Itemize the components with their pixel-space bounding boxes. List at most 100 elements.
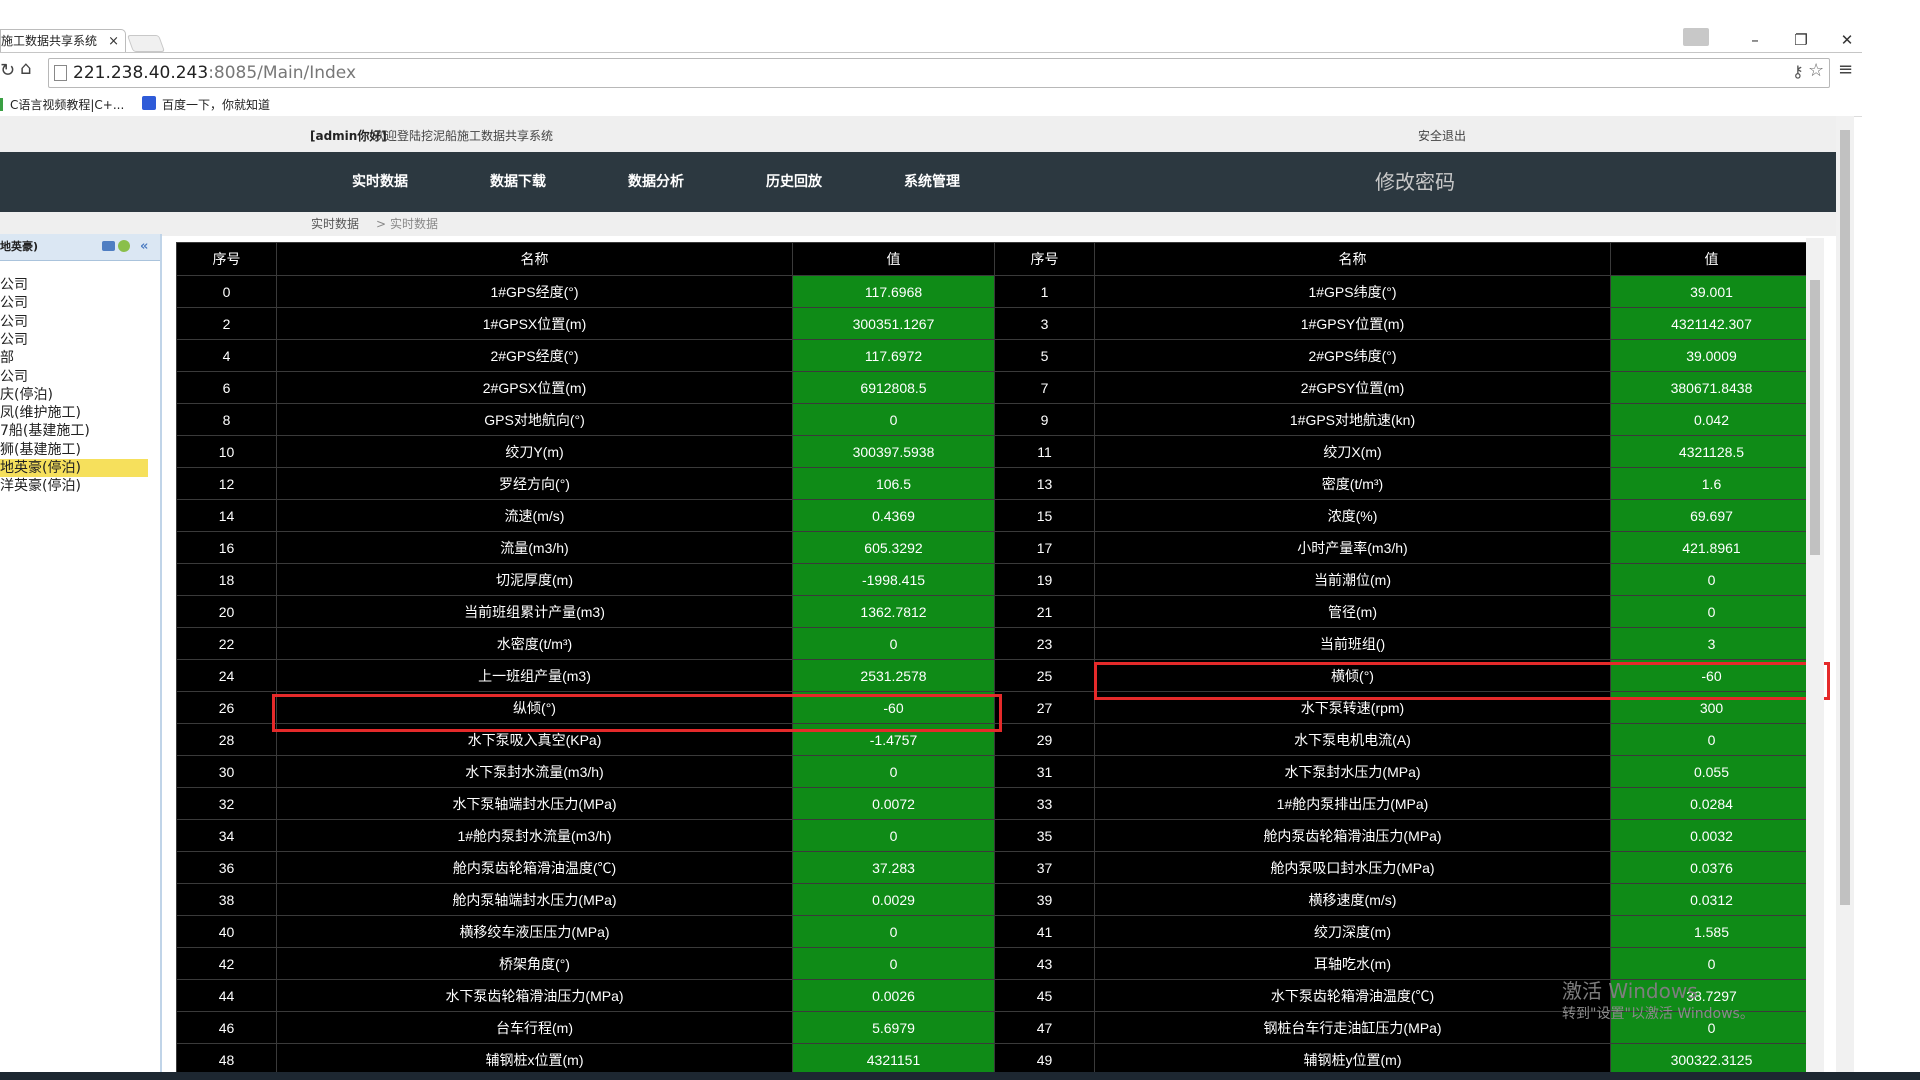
cell-value: 0.0072 [792, 787, 995, 820]
cell-index: 19 [994, 563, 1095, 596]
cell-name: 浓度(%) [1094, 499, 1611, 532]
tree-item[interactable]: 公司 [0, 313, 28, 331]
cell-index: 0 [176, 275, 277, 308]
new-tab-button[interactable] [126, 35, 166, 52]
table-row: 30 水下泵封水流量(m3/h) 0 31 水下泵封水压力(MPa) 0.055 [176, 755, 1813, 788]
cell-value: 0 [792, 755, 995, 788]
address-bar[interactable]: 221.238.40.243:8085/Main/Index [48, 58, 1830, 88]
bookmark-link[interactable]: 百度一下，你就知道 [162, 96, 270, 113]
cell-name: 1#GPS对地航速(kn) [1094, 403, 1611, 436]
realtime-data-table: 序号 名称 值 序号 名称 值 0 1#GPS经度(°) 117.6968 1 1#GP… [176, 242, 1813, 1076]
bookmarks-bar: C语言视频教程|C+... 百度一下，你就知道 [0, 92, 1862, 117]
nav-system[interactable]: 系统管理 [904, 152, 960, 212]
menu-icon[interactable]: ≡ [1838, 59, 1853, 80]
refresh-icon[interactable] [118, 240, 130, 252]
tree-item[interactable]: 地英豪(停泊) [0, 459, 148, 477]
table-row: 12 罗经方向(°) 106.5 13 密度(t/m³) 1.6 [176, 467, 1813, 500]
cell-name: 管径(m) [1094, 595, 1611, 628]
cell-index: 38 [176, 883, 277, 916]
tree-item[interactable]: 洋英豪(停泊) [0, 477, 81, 495]
cell-value: 0 [792, 947, 995, 980]
cell-value: 0.0029 [792, 883, 995, 916]
cell-index: 42 [176, 947, 277, 980]
cell-index: 39 [994, 883, 1095, 916]
cell-index: 44 [176, 979, 277, 1012]
cell-value: 0.0376 [1610, 851, 1813, 884]
cell-value: 1.585 [1610, 915, 1813, 948]
tree-item[interactable]: 庆(停泊) [0, 386, 53, 404]
tree-title: 地英豪) [0, 240, 39, 253]
collapse-icon[interactable]: « [140, 234, 148, 260]
cell-name: 水密度(t/m³) [276, 627, 793, 660]
close-window-button[interactable]: ✕ [1832, 28, 1862, 52]
star-icon[interactable]: ☆ [1808, 60, 1824, 81]
page-icon [54, 65, 67, 81]
cell-value: 0 [1610, 563, 1813, 596]
nav-history[interactable]: 历史回放 [766, 152, 822, 212]
key-icon[interactable]: ⚷ [1792, 62, 1804, 81]
change-password-link[interactable]: 修改密码 [1375, 152, 1455, 212]
cell-index: 46 [176, 1011, 277, 1044]
cell-value: 39.001 [1610, 275, 1813, 308]
cell-index: 12 [176, 467, 277, 500]
cell-index: 6 [176, 371, 277, 404]
cell-index: 21 [994, 595, 1095, 628]
cell-value: -1.4757 [792, 723, 995, 756]
cell-value: 117.6972 [792, 339, 995, 372]
nav-realtime[interactable]: 实时数据 [352, 152, 408, 212]
cell-value: 5.6979 [792, 1011, 995, 1044]
cell-index: 40 [176, 915, 277, 948]
tree-item[interactable]: 狮(基建施工) [0, 441, 81, 459]
cell-name: 当前班组累计产量(m3) [276, 595, 793, 628]
cell-value: 300 [1610, 691, 1813, 724]
cell-value: 300322.3125 [1610, 1043, 1813, 1076]
table-scroll-thumb[interactable] [1810, 280, 1820, 555]
breadcrumb-item[interactable]: 实时数据 [311, 212, 359, 236]
cell-name: 台车行程(m) [276, 1011, 793, 1044]
reload-icon[interactable]: ↻ [0, 60, 15, 81]
tree-item[interactable]: 部 [0, 349, 14, 367]
bookmark-link[interactable]: C语言视频教程|C+... [10, 96, 124, 113]
cell-name: 2#GPS纬度(°) [1094, 339, 1611, 372]
nav-analysis[interactable]: 数据分析 [628, 152, 684, 212]
page-scroll-thumb[interactable] [1840, 130, 1850, 905]
tab-title: 施工数据共享系统 [1, 34, 98, 48]
table-row: 24 上一班组产量(m3) 2531.2578 25 横倾(°) -60 [176, 659, 1813, 692]
tree-tool-icon[interactable] [102, 241, 115, 251]
cell-index: 22 [176, 627, 277, 660]
cell-name: 舱内泵齿轮箱滑油温度(℃) [276, 851, 793, 884]
cell-value: 1362.7812 [792, 595, 995, 628]
cell-value: 4321142.307 [1610, 307, 1813, 340]
cell-name: 水下泵齿轮箱滑油温度(℃) [1094, 979, 1611, 1012]
profile-icon[interactable] [1683, 28, 1709, 46]
cell-name: 耳轴吃水(m) [1094, 947, 1611, 980]
restore-button[interactable]: ❐ [1786, 28, 1816, 52]
tree-item[interactable]: 7船(基建施工) [0, 422, 90, 440]
cell-value: 0.0312 [1610, 883, 1813, 916]
baidu-icon [142, 96, 156, 110]
home-icon[interactable]: ⌂ [20, 58, 31, 79]
cell-value: 6912808.5 [792, 371, 995, 404]
browser-tab[interactable]: 施工数据共享系统 × [0, 29, 126, 53]
cell-index: 31 [994, 755, 1095, 788]
cell-index: 14 [176, 499, 277, 532]
minimize-button[interactable]: – [1740, 28, 1770, 52]
tree-item[interactable]: 凤(维护施工) [0, 404, 81, 422]
cell-value: 4321128.5 [1610, 435, 1813, 468]
table-row: 28 水下泵吸入真空(KPa) -1.4757 29 水下泵电机电流(A) 0 [176, 723, 1813, 756]
cell-index: 34 [176, 819, 277, 852]
tree-item[interactable]: 公司 [0, 368, 28, 386]
cell-index: 30 [176, 755, 277, 788]
cell-value: 69.697 [1610, 499, 1813, 532]
table-header-row: 序号 名称 值 序号 名称 值 [176, 242, 1813, 276]
tree-item[interactable]: 公司 [0, 276, 28, 294]
tree-item[interactable]: 公司 [0, 331, 28, 349]
col-header-index: 序号 [176, 242, 277, 276]
top-info-bar: [admin你好] 欢迎登陆挖泥船施工数据共享系统 安全退出 [0, 116, 1845, 152]
cell-value: 0 [1610, 595, 1813, 628]
nav-download[interactable]: 数据下载 [490, 152, 546, 212]
tree-item[interactable]: 公司 [0, 294, 28, 312]
logout-link[interactable]: 安全退出 [1418, 127, 1466, 144]
cell-name: 罗经方向(°) [276, 467, 793, 500]
tab-close-icon[interactable]: × [108, 30, 119, 53]
